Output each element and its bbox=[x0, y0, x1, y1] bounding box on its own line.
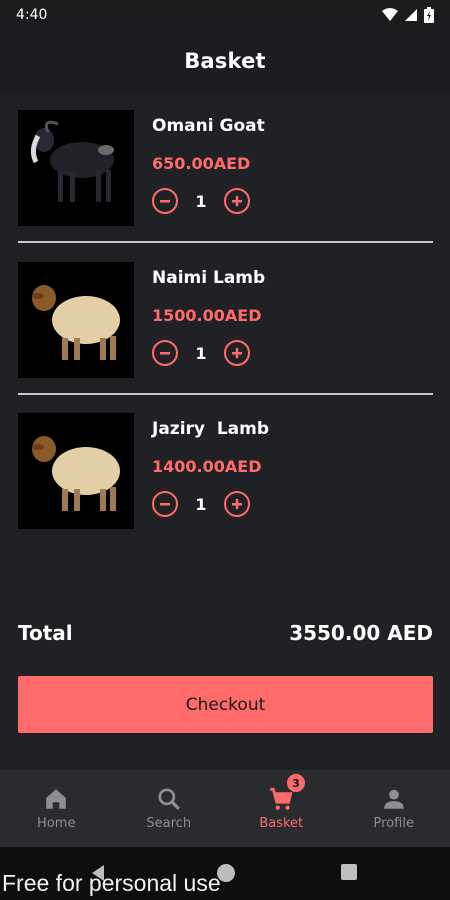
bottom-nav: Home Search Basket 3 Profile bbox=[0, 770, 450, 847]
battery-icon bbox=[424, 7, 434, 23]
cart-count-badge: 3 bbox=[287, 774, 305, 792]
increase-button[interactable] bbox=[224, 188, 250, 214]
minus-icon bbox=[160, 503, 170, 506]
divider bbox=[18, 241, 433, 243]
total-row: Total 3550.00 AED bbox=[18, 617, 433, 649]
nav-profile[interactable]: Profile bbox=[338, 770, 450, 847]
checkout-button[interactable]: Checkout bbox=[18, 676, 433, 733]
nav-home[interactable]: Home bbox=[0, 770, 113, 847]
watermark-text: Free for personal use bbox=[2, 870, 221, 896]
total-label: Total bbox=[18, 621, 73, 645]
quantity-value: 1 bbox=[195, 191, 207, 211]
decrease-button[interactable] bbox=[152, 188, 178, 214]
basket-item: Jaziry Lamb 1400.00AED 1 bbox=[18, 413, 433, 529]
status-icons bbox=[382, 7, 434, 23]
quantity-value: 1 bbox=[195, 343, 207, 363]
increase-button[interactable] bbox=[224, 491, 250, 517]
lamb-image bbox=[18, 413, 134, 529]
minus-icon bbox=[160, 352, 170, 355]
lamb-image bbox=[18, 262, 134, 378]
item-name: Naimi Lamb bbox=[152, 268, 266, 288]
item-price: 1400.00AED bbox=[152, 457, 262, 476]
item-name: Omani Goat bbox=[152, 116, 265, 136]
status-time: 4:40 bbox=[16, 7, 48, 23]
recents-icon[interactable] bbox=[340, 863, 358, 881]
nav-search-label: Search bbox=[146, 816, 192, 831]
decrease-button[interactable] bbox=[152, 340, 178, 366]
minus-icon bbox=[160, 200, 170, 203]
decrease-button[interactable] bbox=[152, 491, 178, 517]
basket-item: Omani Goat 650.00AED 1 bbox=[18, 110, 433, 226]
nav-home-label: Home bbox=[37, 816, 76, 831]
total-value: 3550.00 AED bbox=[289, 621, 433, 645]
wifi-icon bbox=[382, 8, 398, 21]
signal-icon bbox=[405, 9, 417, 21]
nav-basket[interactable]: Basket 3 bbox=[225, 770, 338, 847]
divider bbox=[18, 393, 433, 395]
quantity-stepper: 1 bbox=[152, 338, 250, 368]
nav-profile-label: Profile bbox=[373, 816, 414, 831]
quantity-value: 1 bbox=[195, 494, 207, 514]
app-header: Basket bbox=[0, 30, 450, 92]
plus-icon bbox=[232, 196, 242, 206]
status-bar: 4:40 bbox=[0, 0, 450, 30]
basket-item: Naimi Lamb 1500.00AED 1 bbox=[18, 262, 433, 378]
checkout-label: Checkout bbox=[185, 694, 266, 715]
nav-basket-label: Basket bbox=[259, 816, 304, 831]
item-price: 650.00AED bbox=[152, 154, 251, 173]
plus-icon bbox=[232, 499, 242, 509]
goat-image bbox=[18, 110, 134, 226]
quantity-stepper: 1 bbox=[152, 489, 250, 519]
page-title: Basket bbox=[184, 49, 266, 73]
plus-icon bbox=[232, 348, 242, 358]
item-name: Jaziry Lamb bbox=[152, 419, 270, 439]
quantity-stepper: 1 bbox=[152, 186, 250, 216]
item-price: 1500.00AED bbox=[152, 306, 262, 325]
home-icon bbox=[46, 789, 66, 809]
increase-button[interactable] bbox=[224, 340, 250, 366]
person-icon bbox=[384, 789, 404, 809]
nav-search[interactable]: Search bbox=[113, 770, 226, 847]
search-icon bbox=[158, 788, 180, 810]
